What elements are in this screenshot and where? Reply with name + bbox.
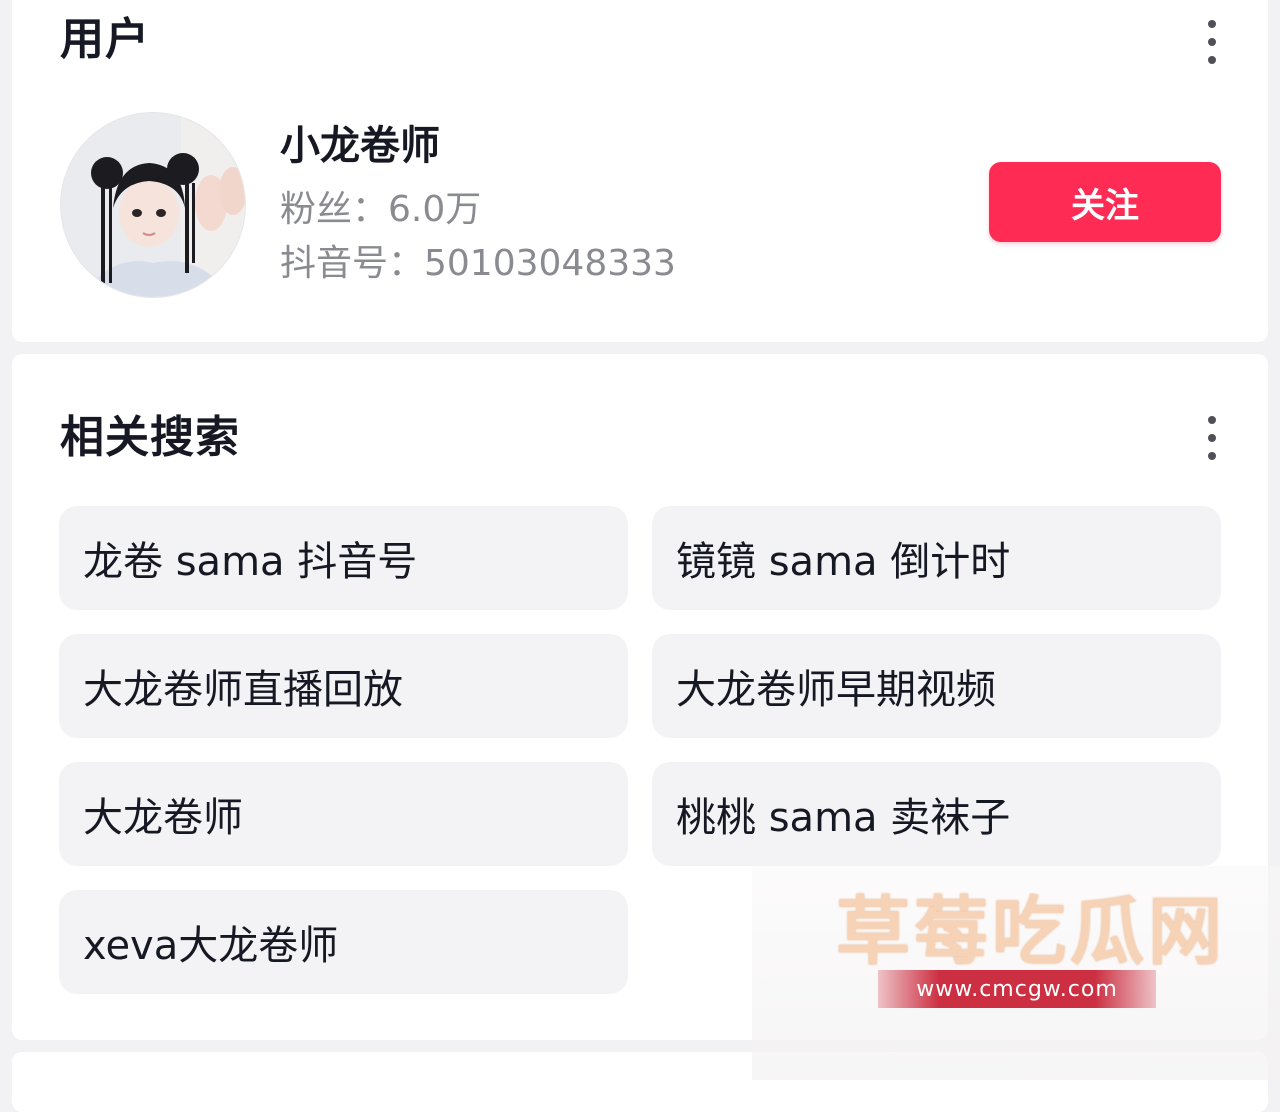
related-search-item[interactable]: xeva大龙卷师: [59, 890, 628, 994]
related-search-item[interactable]: 大龙卷师: [59, 762, 628, 866]
user-name[interactable]: 小龙卷师: [280, 126, 440, 166]
user-section-title: 用户: [60, 14, 150, 65]
user-card: 用户 小龙卷师 粉丝：6.0万 抖音号：50103048333 关注: [12, 0, 1268, 342]
related-search-item[interactable]: 大龙卷师直播回放: [59, 634, 628, 738]
related-search-item[interactable]: 镜镜 sama 倒计时: [652, 506, 1221, 610]
related-search-item[interactable]: 大龙卷师早期视频: [652, 634, 1221, 738]
user-douyin-id: 抖音号：50103048333: [280, 243, 676, 284]
related-search-title: 相关搜索: [60, 412, 240, 463]
avatar-image: [61, 113, 245, 297]
user-avatar[interactable]: [60, 112, 246, 298]
watermark-url: www.cmcgw.com: [878, 970, 1156, 1008]
watermark-title: 草莓吃瓜网: [836, 889, 1226, 975]
related-search-item[interactable]: 龙卷 sama 抖音号: [59, 506, 628, 610]
related-search-item[interactable]: 桃桃 sama 卖袜子: [652, 762, 1221, 866]
user-section-more-icon[interactable]: [1200, 20, 1224, 64]
user-fans-count: 粉丝：6.0万: [280, 189, 482, 230]
follow-button[interactable]: 关注: [989, 162, 1221, 242]
related-search-more-icon[interactable]: [1200, 416, 1224, 460]
